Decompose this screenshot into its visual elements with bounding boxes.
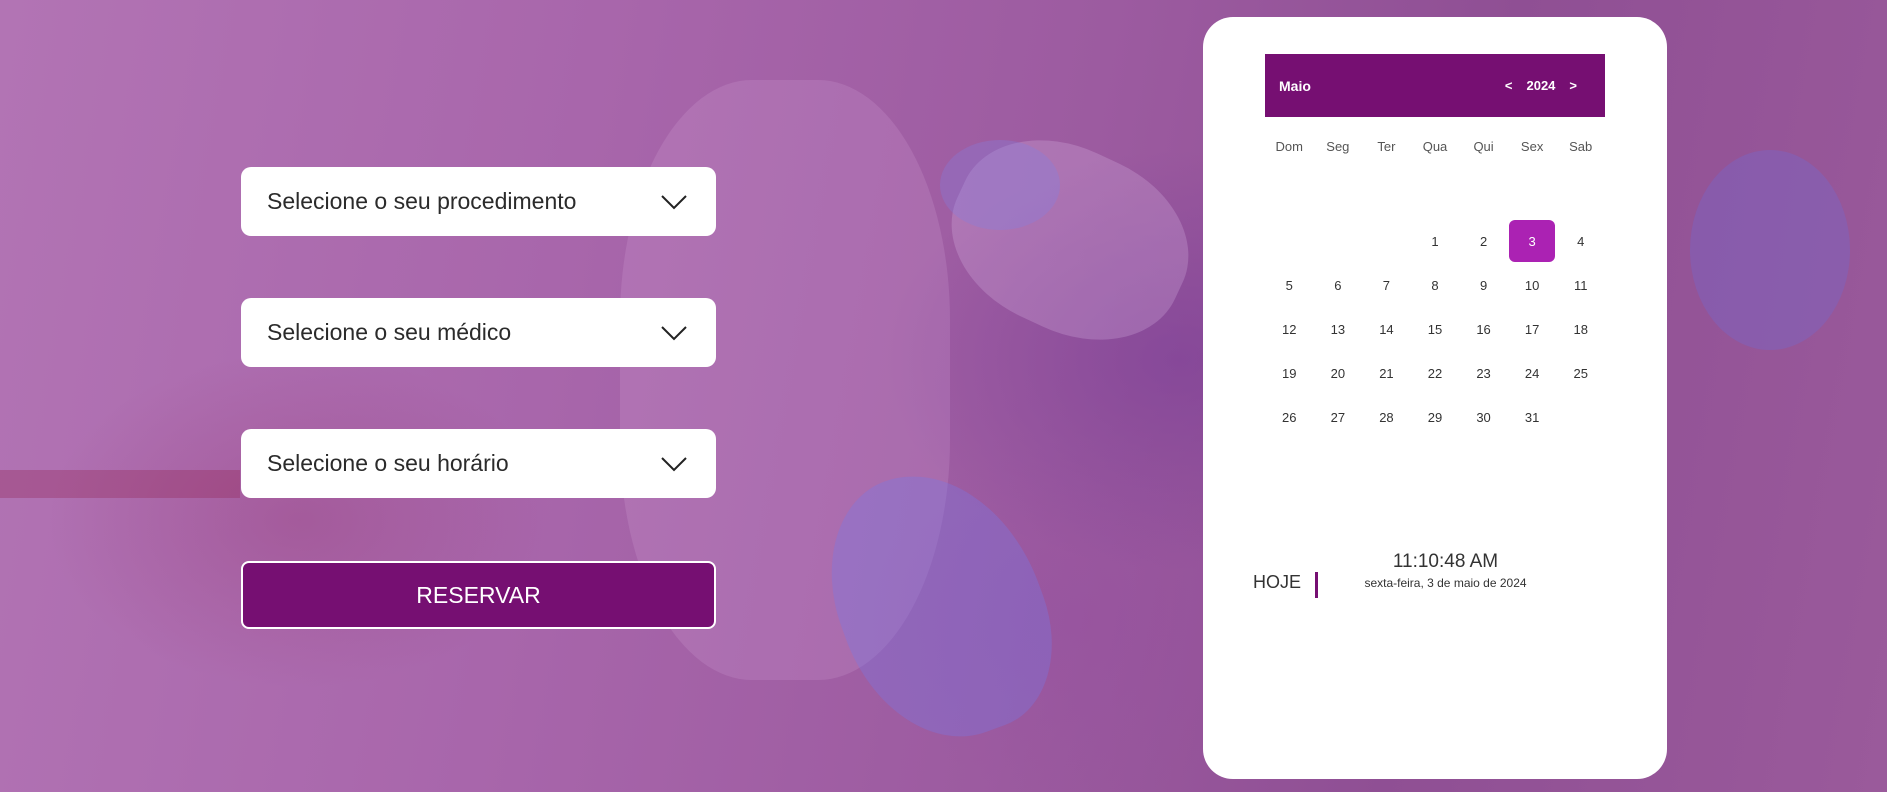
background-glove xyxy=(1690,150,1850,350)
calendar-day[interactable]: 9 xyxy=(1459,263,1508,307)
calendar-day[interactable]: 24 xyxy=(1508,351,1557,395)
calendar-day[interactable]: 12 xyxy=(1265,307,1314,351)
weekday-label: Seg xyxy=(1326,139,1350,154)
calendar-day[interactable]: 13 xyxy=(1314,307,1363,351)
clock-time: 11:10:48 AM xyxy=(1392,551,1499,572)
clock: 11:10:48 AM sexta-feira, 3 de maio de 20… xyxy=(1343,551,1548,590)
calendar-card: Maio < 2024 > Dom Seg Ter Qua Qui Sex Sa… xyxy=(1203,17,1667,779)
calendar-day[interactable]: 15 xyxy=(1411,307,1460,351)
calendar-day-selected[interactable]: 3 xyxy=(1509,220,1556,262)
doctor-select-label: Selecione o seu médico xyxy=(267,319,512,345)
calendar-day[interactable]: 1 xyxy=(1411,219,1460,263)
calendar-blank-cell xyxy=(1314,219,1363,263)
weekday-label: Qua xyxy=(1422,139,1448,154)
calendar-blank-cell xyxy=(1362,219,1411,263)
calendar-day[interactable]: 21 xyxy=(1362,351,1411,395)
calendar-header: Maio < 2024 > xyxy=(1265,54,1605,117)
year-navigation: < 2024 > xyxy=(1505,78,1577,93)
clock-date: sexta-feira, 3 de maio de 2024 xyxy=(1364,576,1527,590)
weekday-label: Ter xyxy=(1377,139,1396,154)
weekday-label: Qui xyxy=(1473,139,1494,154)
calendar-day[interactable]: 2 xyxy=(1459,219,1508,263)
chevron-down-icon xyxy=(661,325,687,340)
calendar-day[interactable]: 8 xyxy=(1411,263,1460,307)
calendar-day[interactable]: 16 xyxy=(1459,307,1508,351)
calendar-day[interactable]: 25 xyxy=(1556,351,1605,395)
weekday-header: Dom Seg Ter Qua Qui Sex Sab xyxy=(1265,139,1605,159)
calendar-day[interactable]: 18 xyxy=(1556,307,1605,351)
calendar-day[interactable]: 14 xyxy=(1362,307,1411,351)
calendar-day[interactable]: 10 xyxy=(1508,263,1557,307)
today-label: HOJE xyxy=(1253,572,1302,592)
calendar-day[interactable]: 4 xyxy=(1556,219,1605,263)
background-stripe xyxy=(0,470,240,498)
calendar-day[interactable]: 17 xyxy=(1508,307,1557,351)
day-grid: 1 2 3 4 5 6 7 8 9 10 11 12 13 14 15 16 17 18 19 20 21 22 23 24 2… xyxy=(1265,219,1605,439)
prev-year-button[interactable]: < xyxy=(1505,78,1513,93)
background-mask xyxy=(923,107,1217,373)
background-glove xyxy=(940,140,1060,230)
calendar-day[interactable]: 22 xyxy=(1411,351,1460,395)
procedure-select[interactable]: Selecione o seu procedimento xyxy=(241,167,716,236)
calendar-day[interactable]: 31 xyxy=(1508,395,1557,439)
chevron-down-icon xyxy=(661,194,687,209)
calendar-day[interactable]: 6 xyxy=(1314,263,1363,307)
calendar-day[interactable]: 7 xyxy=(1362,263,1411,307)
calendar-day[interactable]: 5 xyxy=(1265,263,1314,307)
weekday-label: Dom xyxy=(1275,139,1303,154)
procedure-select-label: Selecione o seu procedimento xyxy=(267,188,577,214)
calendar-day[interactable]: 19 xyxy=(1265,351,1314,395)
next-year-button[interactable]: > xyxy=(1569,78,1577,93)
month-label: Maio xyxy=(1279,77,1311,94)
background-glove xyxy=(799,443,1081,767)
calendar-day[interactable]: 27 xyxy=(1314,395,1363,439)
calendar-day[interactable]: 28 xyxy=(1362,395,1411,439)
weekday-label: Sex xyxy=(1520,139,1544,154)
calendar-day[interactable]: 29 xyxy=(1411,395,1460,439)
weekday-label: Sab xyxy=(1569,139,1593,154)
calendar-day[interactable]: 30 xyxy=(1459,395,1508,439)
calendar-blank-cell xyxy=(1265,219,1314,263)
calendar-day[interactable]: 26 xyxy=(1265,395,1314,439)
today-divider xyxy=(1315,572,1318,598)
calendar-day[interactable]: 20 xyxy=(1314,351,1363,395)
calendar-day[interactable]: 11 xyxy=(1556,263,1605,307)
calendar-day[interactable]: 23 xyxy=(1459,351,1508,395)
reserve-button[interactable]: RESERVAR xyxy=(241,561,716,629)
time-select[interactable]: Selecione o seu horário xyxy=(241,429,716,498)
chevron-down-icon xyxy=(661,456,687,471)
doctor-select[interactable]: Selecione o seu médico xyxy=(241,298,716,367)
year-label: 2024 xyxy=(1526,78,1556,93)
time-select-label: Selecione o seu horário xyxy=(267,450,509,476)
